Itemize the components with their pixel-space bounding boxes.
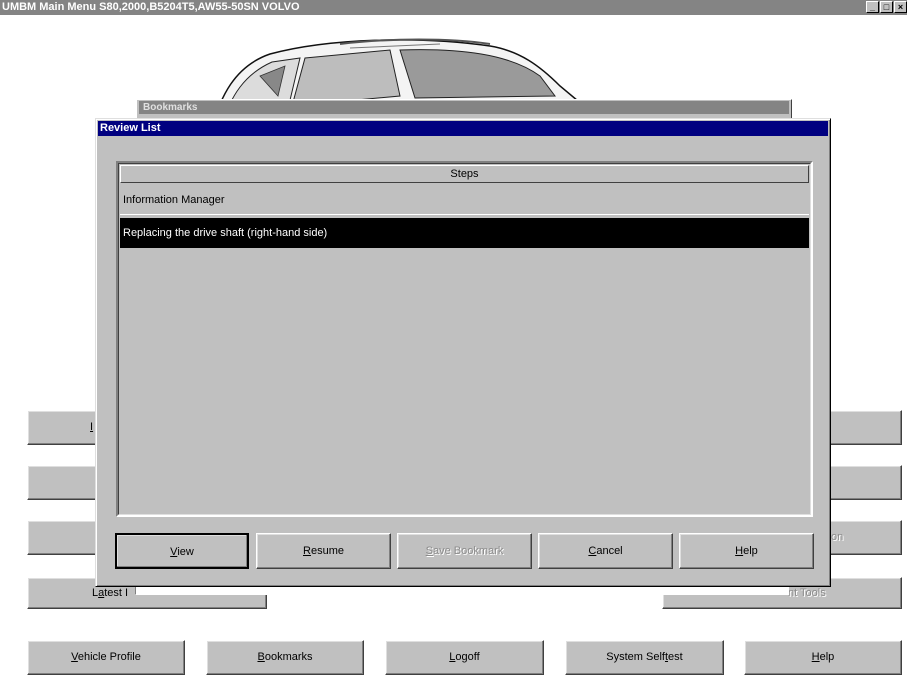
bookmarks-button[interactable]: Bookmarks [206, 640, 364, 675]
bookmarks-window-title: Bookmarks [139, 101, 789, 114]
help-button[interactable]: Help [679, 533, 814, 569]
review-list-title: Review List [98, 121, 828, 136]
list-item[interactable]: Information Manager [120, 185, 809, 215]
main-window-title: UMBM Main Menu S80,2000,B5204T5,AW55-50S… [2, 1, 300, 13]
review-list-dialog: Review List Steps Information Manager Re… [95, 118, 831, 587]
steps-column-header[interactable]: Steps [120, 165, 809, 183]
save-bookmark-button[interactable]: Save Bookmark [397, 533, 532, 569]
system-selftest-button[interactable]: System Selftest [565, 640, 724, 675]
view-button[interactable]: View [115, 533, 249, 569]
resume-button[interactable]: Resume [256, 533, 391, 569]
maximize-icon[interactable]: □ [880, 1, 893, 13]
vehicle-profile-button[interactable]: Vehicle Profile [27, 640, 185, 675]
close-icon[interactable]: × [894, 1, 907, 13]
main-window-titlebar[interactable]: UMBM Main Menu S80,2000,B5204T5,AW55-50S… [0, 0, 907, 15]
latest-field[interactable] [135, 587, 789, 595]
cancel-button[interactable]: Cancel [538, 533, 673, 569]
minimize-icon[interactable]: _ [866, 1, 879, 13]
help-button-main[interactable]: Help [744, 640, 902, 675]
logoff-button[interactable]: Logoff [385, 640, 544, 675]
list-item-selected[interactable]: Replacing the drive shaft (right-hand si… [120, 218, 809, 248]
bookmarks-window: Bookmarks [136, 99, 792, 119]
steps-list[interactable]: Steps Information Manager Replacing the … [116, 161, 813, 517]
